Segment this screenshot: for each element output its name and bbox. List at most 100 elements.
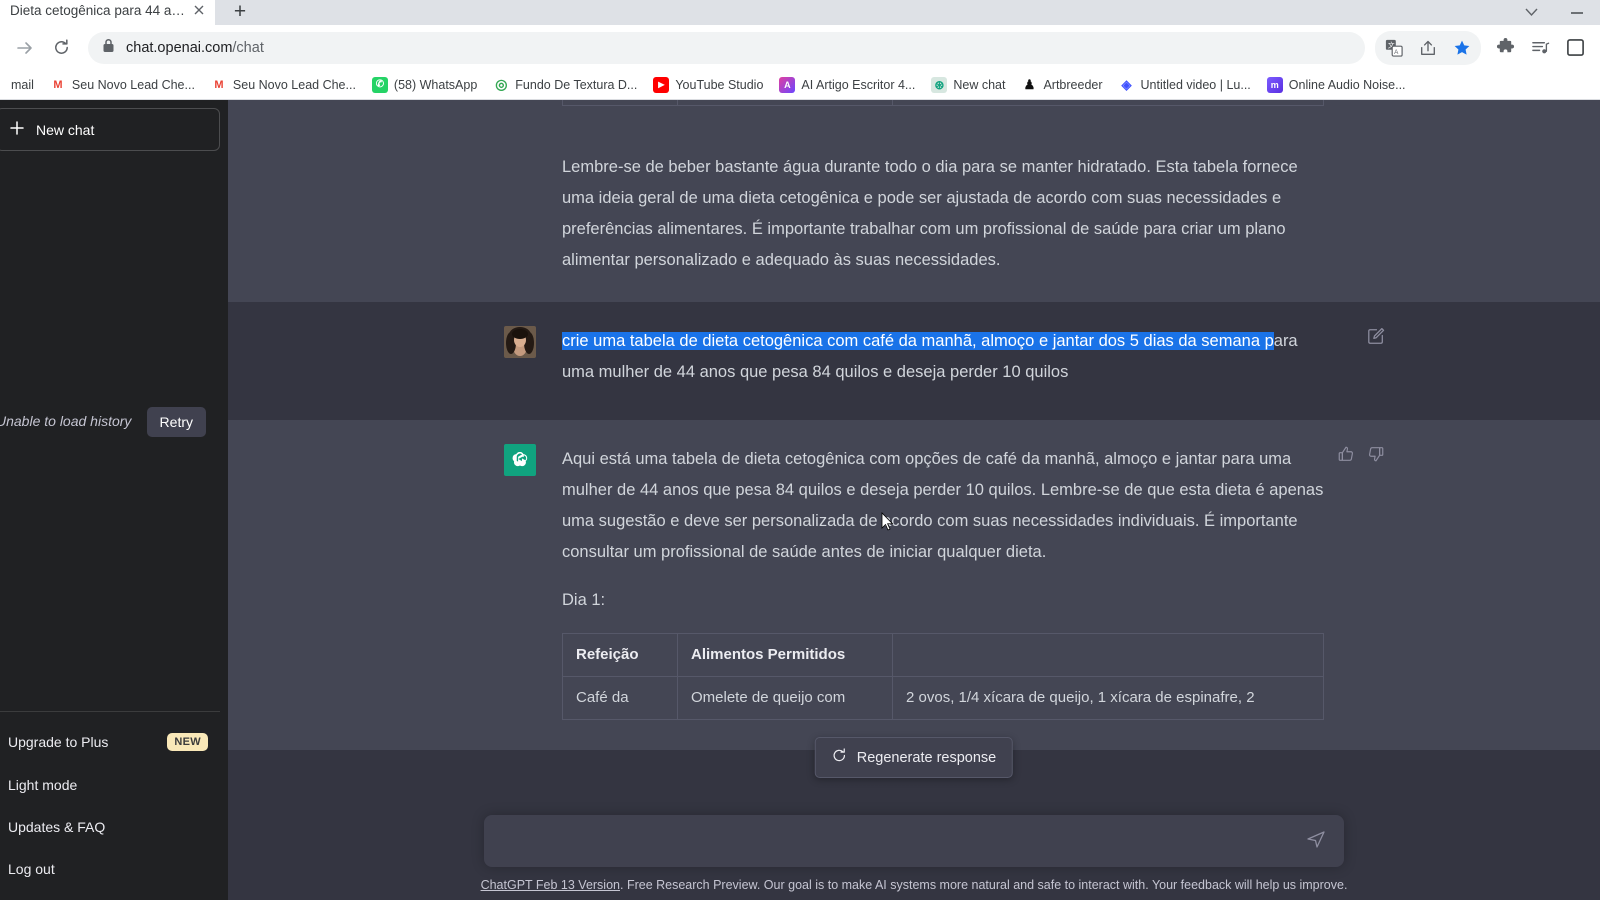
profile-icon[interactable] bbox=[1558, 31, 1592, 65]
tab-title: Dieta cetogênica para 44 anos bbox=[10, 0, 189, 18]
retry-button[interactable]: Retry bbox=[147, 407, 206, 437]
bookmark-item[interactable]: mail bbox=[4, 75, 41, 95]
chat-history-list bbox=[0, 151, 220, 406]
bookmark-item[interactable]: M Seu Novo Lead Che... bbox=[43, 74, 202, 96]
bookmark-label: Online Audio Noise... bbox=[1289, 78, 1406, 92]
close-icon[interactable] bbox=[189, 0, 209, 20]
table-fragment: de leite de creme de leite bbox=[562, 100, 1324, 128]
openai-icon: ⊛ bbox=[931, 77, 947, 93]
puzzle-icon[interactable] bbox=[1488, 31, 1522, 65]
bookmark-item[interactable]: m Online Audio Noise... bbox=[1260, 74, 1413, 96]
star-filled-icon[interactable] bbox=[1445, 31, 1479, 65]
new-chat-button[interactable]: New chat bbox=[0, 108, 220, 151]
bookmark-item[interactable]: ♟ Artbreeder bbox=[1014, 74, 1109, 96]
bookmark-label: (58) WhatsApp bbox=[394, 78, 477, 92]
bookmark-label: Seu Novo Lead Che... bbox=[72, 78, 195, 92]
bookmark-label: Untitled video | Lu... bbox=[1141, 78, 1251, 92]
edit-glyph bbox=[1367, 327, 1385, 345]
bookmark-item[interactable]: ◈ Untitled video | Lu... bbox=[1112, 74, 1258, 96]
message-input[interactable] bbox=[502, 832, 1302, 850]
history-error: Unable to load history Retry bbox=[0, 406, 220, 437]
thumbs-up-icon[interactable] bbox=[1336, 444, 1356, 464]
bookmark-item[interactable]: ◎ Fundo De Textura D... bbox=[486, 74, 644, 96]
bookmark-label: New chat bbox=[953, 78, 1005, 92]
table-cell: Café da bbox=[563, 677, 678, 720]
new-tab-button[interactable]: + bbox=[223, 0, 257, 25]
bookmark-item[interactable]: ⊛ New chat bbox=[924, 74, 1012, 96]
sidebar-item-label: Updates & FAQ bbox=[8, 819, 208, 835]
profile-glyph bbox=[1566, 38, 1585, 57]
version-link[interactable]: ChatGPT Feb 13 Version bbox=[481, 878, 620, 892]
plus-icon bbox=[10, 121, 24, 138]
regenerate-response-button[interactable]: Regenerate response bbox=[815, 737, 1013, 778]
translate-icon[interactable]: 文 A bbox=[1377, 31, 1411, 65]
toolbar-actions: 文 A bbox=[1375, 31, 1592, 65]
table-header-cell: Refeição bbox=[563, 634, 678, 677]
sidebar-item-light-mode[interactable]: Light mode bbox=[0, 764, 220, 806]
assistant-paragraph: Aqui está uma tabela de dieta cetogênica… bbox=[562, 444, 1324, 568]
send-glyph bbox=[1306, 829, 1326, 849]
refresh-glyph bbox=[832, 748, 847, 763]
page-actions-pill: 文 A bbox=[1375, 31, 1481, 65]
selected-text: crie uma tabela de dieta cetogênica com … bbox=[562, 332, 1274, 350]
share-icon[interactable] bbox=[1411, 31, 1445, 65]
chevron-down-glyph bbox=[1525, 8, 1538, 17]
send-icon[interactable] bbox=[1302, 825, 1330, 858]
tab-search-icon[interactable] bbox=[1508, 0, 1554, 25]
assistant-paragraph: Lembre-se de beber bastante água durante… bbox=[562, 152, 1324, 276]
sidebar-footer: Upgrade to Plus NEW Light mode Updates &… bbox=[0, 711, 220, 900]
history-error-message: Unable to load history bbox=[0, 406, 137, 437]
table-row: Café da Omelete de queijo com 2 ovos, 1/… bbox=[563, 677, 1324, 720]
browser-tab[interactable]: Dieta cetogênica para 44 anos bbox=[0, 0, 215, 25]
table-header-row: Refeição Alimentos Permitidos bbox=[563, 634, 1324, 677]
thumbs-down-icon[interactable] bbox=[1366, 444, 1386, 464]
diet-table-fragment: de leite de creme de leite bbox=[562, 100, 1324, 106]
table-header-cell: Alimentos Permitidos bbox=[678, 634, 893, 677]
bookmarks-bar: mail M Seu Novo Lead Che... M Seu Novo L… bbox=[0, 70, 1600, 100]
lock-icon bbox=[102, 38, 115, 58]
bookmark-label: Seu Novo Lead Che... bbox=[233, 78, 356, 92]
globe-icon: ◎ bbox=[493, 77, 509, 93]
minimize-button[interactable] bbox=[1554, 0, 1600, 25]
arrow-forward-icon[interactable] bbox=[8, 31, 42, 65]
artbreeder-icon: ♟ bbox=[1021, 77, 1037, 93]
edit-icon[interactable] bbox=[1366, 326, 1386, 346]
reload-glyph bbox=[52, 38, 71, 57]
media-list-icon[interactable] bbox=[1523, 31, 1557, 65]
day-label: Dia 1: bbox=[562, 585, 1324, 616]
assistant-message-block: de leite de creme de leite Lembre-se de … bbox=[228, 100, 1600, 302]
share-glyph bbox=[1419, 39, 1437, 57]
user-avatar bbox=[504, 326, 536, 358]
table-cell: 2 ovos, 1/4 xícara de queijo, 1 xícara d… bbox=[893, 677, 1324, 720]
url-host: chat.openai.com bbox=[126, 40, 232, 56]
sidebar-item-label: Log out bbox=[8, 861, 208, 877]
close-glyph bbox=[194, 5, 204, 15]
assistant-message-actions bbox=[1336, 444, 1386, 464]
sidebar-item-log-out[interactable]: Log out bbox=[0, 848, 220, 890]
user-message-actions bbox=[1366, 326, 1386, 346]
sidebar-item-label: Light mode bbox=[8, 777, 208, 793]
thumbs-up-glyph bbox=[1337, 445, 1355, 463]
bookmark-item[interactable]: ✆ (58) WhatsApp bbox=[365, 74, 484, 96]
extensions-glyph bbox=[1496, 38, 1515, 57]
user-message-body: crie uma tabela de dieta cetogênica com … bbox=[562, 326, 1324, 388]
bookmark-item[interactable]: ▶ YouTube Studio bbox=[646, 74, 770, 96]
reload-icon[interactable] bbox=[44, 31, 78, 65]
sidebar-spacer bbox=[0, 437, 220, 711]
address-bar-text: chat.openai.com/chat bbox=[126, 40, 264, 56]
sidebar-item-updates-faq[interactable]: Updates & FAQ bbox=[0, 806, 220, 848]
lock-glyph bbox=[102, 38, 115, 53]
sidebar-item-upgrade-to-plus[interactable]: Upgrade to Plus NEW bbox=[0, 720, 220, 764]
bookmark-item[interactable]: A AI Artigo Escritor 4... bbox=[772, 74, 922, 96]
composer[interactable] bbox=[484, 815, 1344, 867]
user-message-block: crie uma tabela de dieta cetogênica com … bbox=[228, 302, 1600, 420]
url-path: /chat bbox=[232, 40, 263, 56]
refresh-icon bbox=[832, 748, 847, 767]
bookmark-label: AI Artigo Escritor 4... bbox=[801, 78, 915, 92]
window-controls bbox=[1508, 0, 1600, 25]
translate-glyph: 文 A bbox=[1385, 39, 1403, 57]
address-bar[interactable]: chat.openai.com/chat bbox=[88, 32, 1365, 64]
browser-window: Dieta cetogênica para 44 anos + bbox=[0, 0, 1600, 900]
bookmark-item[interactable]: M Seu Novo Lead Che... bbox=[204, 74, 363, 96]
avatar-photo bbox=[504, 326, 536, 358]
